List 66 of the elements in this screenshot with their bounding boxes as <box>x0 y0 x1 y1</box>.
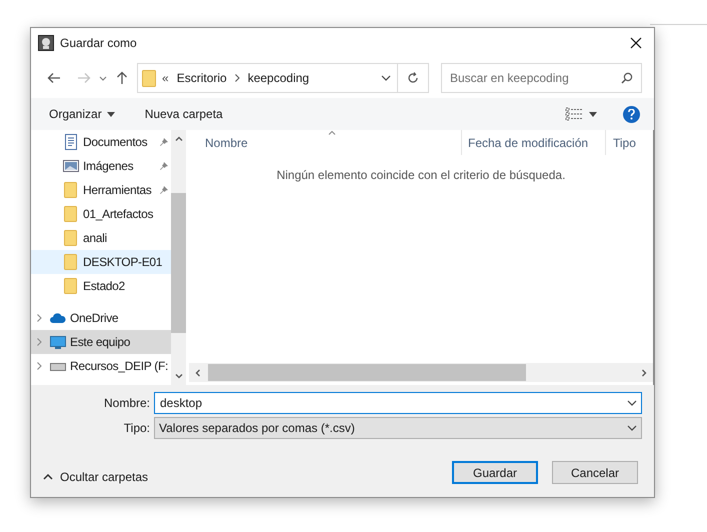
help-icon <box>628 108 635 120</box>
nav-item[interactable]: Este equipo <box>31 330 171 354</box>
back-arrow-icon <box>47 72 61 84</box>
chevron-down-icon <box>627 425 637 431</box>
nav-item[interactable]: OneDrive <box>31 306 171 330</box>
folder-icon <box>63 182 79 198</box>
help-button[interactable] <box>623 106 640 122</box>
folder-icon <box>63 254 79 270</box>
forward-arrow-icon <box>77 72 91 84</box>
hide-folders-button[interactable]: Ocultar carpetas <box>43 468 148 486</box>
nav-item[interactable]: DESKTOP-E01 <box>31 250 171 274</box>
file-type-dropdown[interactable]: Valores separados por comas (*.csv) <box>154 417 642 439</box>
details-view-icon <box>565 107 583 121</box>
folder-icon <box>63 278 79 294</box>
column-header[interactable]: Fecha de modificación <box>462 130 606 155</box>
cancel-button[interactable]: Cancelar <box>552 461 638 484</box>
monitor-icon <box>50 334 66 350</box>
chevron-down-icon <box>627 400 637 406</box>
empty-message: Ningún elemento coincide con el criterio de búsqueda. <box>276 167 566 184</box>
nav-item[interactable]: Documentos <box>31 130 171 154</box>
chevron-up-icon <box>43 474 53 480</box>
up-arrow-icon <box>116 71 128 85</box>
window-title: Guardar como <box>60 35 137 52</box>
field-label: Tipo: <box>122 420 151 437</box>
scroll-right-icon <box>642 368 647 376</box>
nav-item[interactable]: Herramientas <box>31 178 171 202</box>
search-icon <box>621 72 633 84</box>
address-bar[interactable]: « Escritorio keepcoding <box>137 63 429 93</box>
search-field[interactable]: Buscar en keepcoding <box>441 63 642 93</box>
filename-field[interactable]: desktop <box>154 392 642 414</box>
overflow-chevrons[interactable]: « <box>162 69 169 87</box>
organize-menu[interactable]: Organizar <box>49 105 115 123</box>
folder-icon <box>142 70 156 86</box>
close-icon <box>630 37 642 49</box>
new-folder-button[interactable]: Nueva carpeta <box>144 105 223 123</box>
nav-item[interactable]: anali <box>31 226 171 250</box>
column-header[interactable]: Tipo <box>606 130 636 155</box>
refresh-icon <box>407 72 419 84</box>
field-label: Nombre: <box>102 395 151 412</box>
breadcrumb[interactable]: Escritorio <box>176 69 227 87</box>
caret-icon <box>106 112 115 116</box>
chevron-right-icon <box>234 74 240 82</box>
app-icon <box>38 35 54 51</box>
sort-caret-icon <box>328 131 336 135</box>
scroll-left-icon <box>195 368 200 376</box>
scrollbar-thumb[interactable] <box>208 364 526 381</box>
folder-icon <box>63 230 79 246</box>
chevron-down-icon <box>99 76 107 80</box>
nav-item[interactable]: Estado2 <box>31 274 171 298</box>
scrollbar-thumb[interactable] <box>171 193 186 333</box>
save-button[interactable]: Guardar <box>452 461 538 484</box>
folder-icon <box>63 206 79 222</box>
nav-item[interactable]: Imágenes <box>31 154 171 178</box>
breadcrumb[interactable]: keepcoding <box>248 69 310 87</box>
view-options-button[interactable] <box>565 107 597 121</box>
scroll-down-icon <box>174 374 182 379</box>
chevron-down-icon <box>381 75 391 81</box>
vertical-scrollbar[interactable] <box>171 130 186 385</box>
nav-item[interactable]: Recursos_DEIP (F: <box>31 354 171 378</box>
scroll-up-icon <box>174 136 182 141</box>
caret-icon <box>589 112 597 116</box>
pictures-icon <box>63 158 79 174</box>
column-header[interactable]: Nombre <box>189 130 462 155</box>
nav-item[interactable]: 01_Artefactos <box>31 202 171 226</box>
horizontal-scrollbar[interactable] <box>189 363 653 382</box>
document-icon <box>63 134 79 150</box>
